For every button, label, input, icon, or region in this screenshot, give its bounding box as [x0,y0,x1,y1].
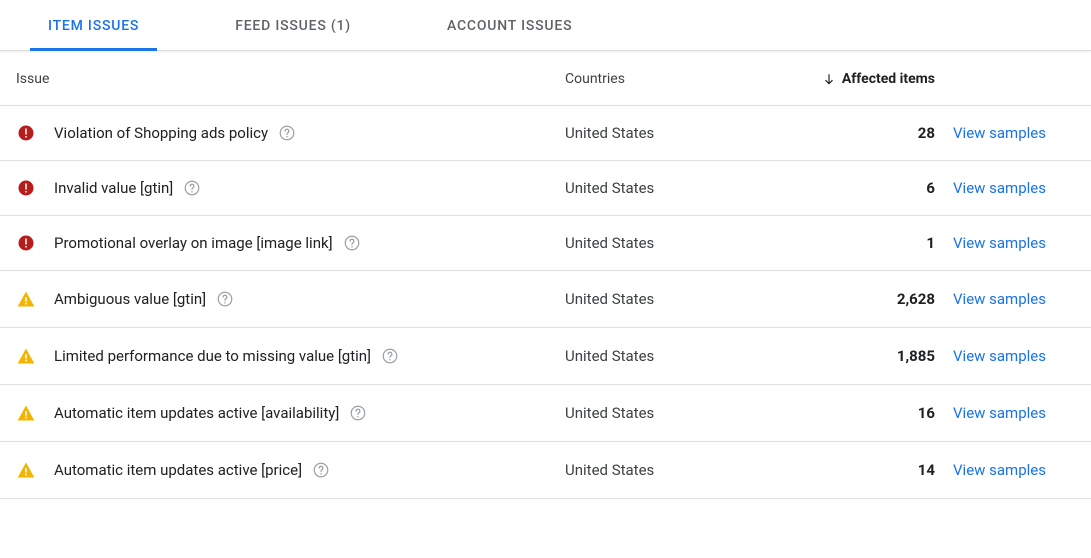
cell-affected: 2,628 [765,290,935,308]
cell-issue: Violation of Shopping ads policy [16,124,565,142]
severity-warning [16,289,36,309]
tab-item-issues[interactable]: ITEM ISSUES [40,0,147,50]
severity-warning [16,346,36,366]
error-icon [17,179,35,197]
issue-title: Automatic item updates active [availabil… [54,404,339,422]
view-samples-link[interactable]: View samples [953,461,1046,479]
error-icon [17,234,35,252]
issue-title-wrap: Automatic item updates active [availabil… [54,404,367,422]
issue-title-wrap: Ambiguous value [gtin] [54,290,234,308]
warning-icon [16,346,36,366]
table-row: Automatic item updates active [price] Uni… [0,442,1091,499]
tabs-bar: ITEM ISSUES FEED ISSUES (1) ACCOUNT ISSU… [0,0,1091,51]
issue-title: Promotional overlay on image [image link… [54,234,333,252]
cell-affected: 16 [765,404,935,422]
help-icon[interactable] [216,290,234,308]
severity-warning [16,403,36,423]
severity-error [16,234,36,252]
cell-affected: 14 [765,461,935,479]
cell-issue: Automatic item updates active [price] [16,460,565,480]
table-header: Issue Countries Affected items [0,51,1091,106]
help-icon[interactable] [349,404,367,422]
cell-affected: 1 [765,234,935,252]
table-row: Limited performance due to missing value… [0,328,1091,385]
cell-country: United States [565,461,765,479]
cell-action: View samples [935,290,1075,308]
cell-issue: Automatic item updates active [availabil… [16,403,565,423]
view-samples-link[interactable]: View samples [953,404,1046,422]
cell-action: View samples [935,404,1075,422]
cell-country: United States [565,179,765,197]
table-row: Promotional overlay on image [image link… [0,216,1091,271]
help-icon[interactable] [183,179,201,197]
severity-error [16,124,36,142]
issue-title: Ambiguous value [gtin] [54,290,206,308]
tab-feed-issues[interactable]: FEED ISSUES (1) [227,0,359,50]
issue-title: Automatic item updates active [price] [54,461,302,479]
tab-account-issues[interactable]: ACCOUNT ISSUES [439,0,580,50]
table-row: Invalid value [gtin] United States6 View s… [0,161,1091,216]
cell-affected: 6 [765,179,935,197]
cell-issue: Ambiguous value [gtin] [16,289,565,309]
table-row: Violation of Shopping ads policy United S… [0,106,1091,161]
view-samples-link[interactable]: View samples [953,347,1046,365]
view-samples-link[interactable]: View samples [953,124,1046,142]
cell-country: United States [565,290,765,308]
warning-icon [16,403,36,423]
issue-title-wrap: Automatic item updates active [price] [54,461,330,479]
cell-issue: Promotional overlay on image [image link… [16,234,565,252]
issue-title-wrap: Violation of Shopping ads policy [54,124,296,142]
table-row: Ambiguous value [gtin] United States2,628… [0,271,1091,328]
issue-title-wrap: Promotional overlay on image [image link… [54,234,361,252]
issue-title-wrap: Invalid value [gtin] [54,179,201,197]
help-icon[interactable] [312,461,330,479]
severity-error [16,179,36,197]
cell-action: View samples [935,234,1075,252]
column-header-affected-label: Affected items [842,71,935,87]
view-samples-link[interactable]: View samples [953,290,1046,308]
error-icon [17,124,35,142]
cell-country: United States [565,124,765,142]
help-icon[interactable] [278,124,296,142]
column-header-affected[interactable]: Affected items [765,71,935,87]
issue-title: Violation of Shopping ads policy [54,124,268,142]
cell-affected: 28 [765,124,935,142]
cell-country: United States [565,234,765,252]
arrow-down-icon [822,72,836,86]
view-samples-link[interactable]: View samples [953,234,1046,252]
issue-title: Limited performance due to missing value… [54,347,371,365]
issue-title: Invalid value [gtin] [54,179,173,197]
severity-warning [16,460,36,480]
help-icon[interactable] [381,347,399,365]
cell-action: View samples [935,461,1075,479]
cell-country: United States [565,404,765,422]
cell-affected: 1,885 [765,347,935,365]
issue-title-wrap: Limited performance due to missing value… [54,347,399,365]
column-header-countries[interactable]: Countries [565,71,765,87]
cell-issue: Invalid value [gtin] [16,179,565,197]
warning-icon [16,460,36,480]
cell-country: United States [565,347,765,365]
warning-icon [16,289,36,309]
cell-action: View samples [935,124,1075,142]
cell-action: View samples [935,347,1075,365]
column-header-issue[interactable]: Issue [16,71,565,87]
cell-action: View samples [935,179,1075,197]
table-row: Automatic item updates active [availabil… [0,385,1091,442]
cell-issue: Limited performance due to missing value… [16,346,565,366]
view-samples-link[interactable]: View samples [953,179,1046,197]
help-icon[interactable] [343,234,361,252]
